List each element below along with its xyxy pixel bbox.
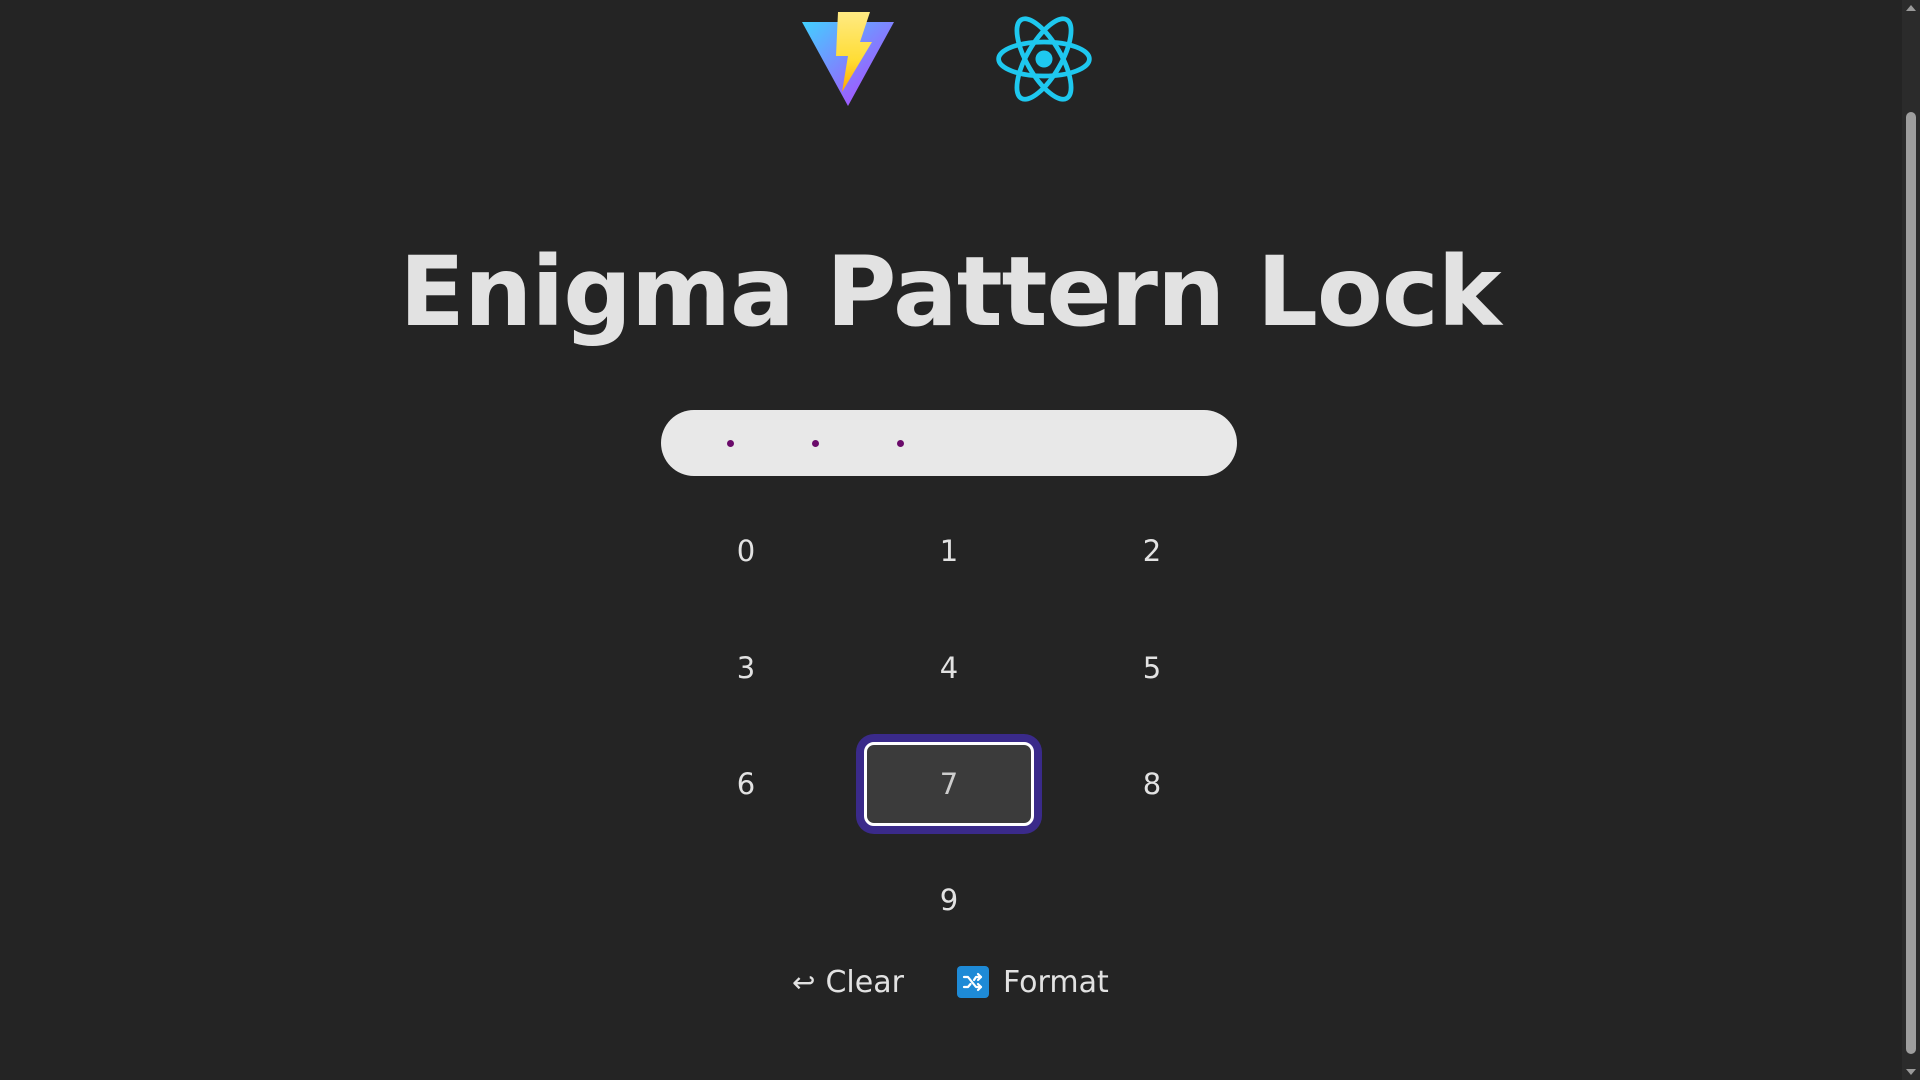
- vertical-scrollbar[interactable]: [1902, 0, 1920, 1080]
- key-4[interactable]: 4: [864, 626, 1034, 710]
- pin-display: [661, 410, 1237, 476]
- pin-dot: [897, 440, 904, 447]
- key-0[interactable]: 0: [661, 509, 831, 593]
- key-5[interactable]: 5: [1067, 626, 1237, 710]
- scroll-down-arrow-icon[interactable]: [1906, 1069, 1916, 1075]
- react-logo-icon[interactable]: [992, 4, 1096, 114]
- action-bar: ↩ Clear Format: [0, 958, 1900, 1006]
- key-2[interactable]: 2: [1067, 509, 1237, 593]
- pin-dot: [812, 440, 819, 447]
- scroll-up-arrow-icon[interactable]: [1906, 5, 1916, 11]
- key-8[interactable]: 8: [1067, 742, 1237, 826]
- pin-dots: [661, 410, 1237, 476]
- key-9[interactable]: 9: [864, 858, 1034, 942]
- clear-button[interactable]: ↩ Clear: [792, 958, 904, 1006]
- page-title: Enigma Pattern Lock: [399, 236, 1501, 348]
- return-arrow-icon: ↩: [792, 965, 816, 999]
- vite-logo-icon[interactable]: [798, 8, 898, 108]
- app-page: Enigma Pattern Lock 0 1 2 3 4 5 6 7 8 9 …: [0, 0, 1920, 1080]
- logo-bar: [0, 0, 1900, 120]
- scrollbar-thumb[interactable]: [1906, 112, 1916, 1054]
- key-7[interactable]: 7: [864, 742, 1034, 826]
- format-label: Format: [1003, 964, 1109, 1000]
- clear-label: Clear: [825, 964, 904, 1000]
- shuffle-icon: [957, 966, 989, 998]
- key-6[interactable]: 6: [661, 742, 831, 826]
- key-3[interactable]: 3: [661, 626, 831, 710]
- keypad: 0 1 2 3 4 5 6 7 8 9: [0, 0, 1900, 1080]
- key-1[interactable]: 1: [864, 509, 1034, 593]
- pin-dot: [727, 440, 734, 447]
- format-button[interactable]: Format: [957, 958, 1109, 1006]
